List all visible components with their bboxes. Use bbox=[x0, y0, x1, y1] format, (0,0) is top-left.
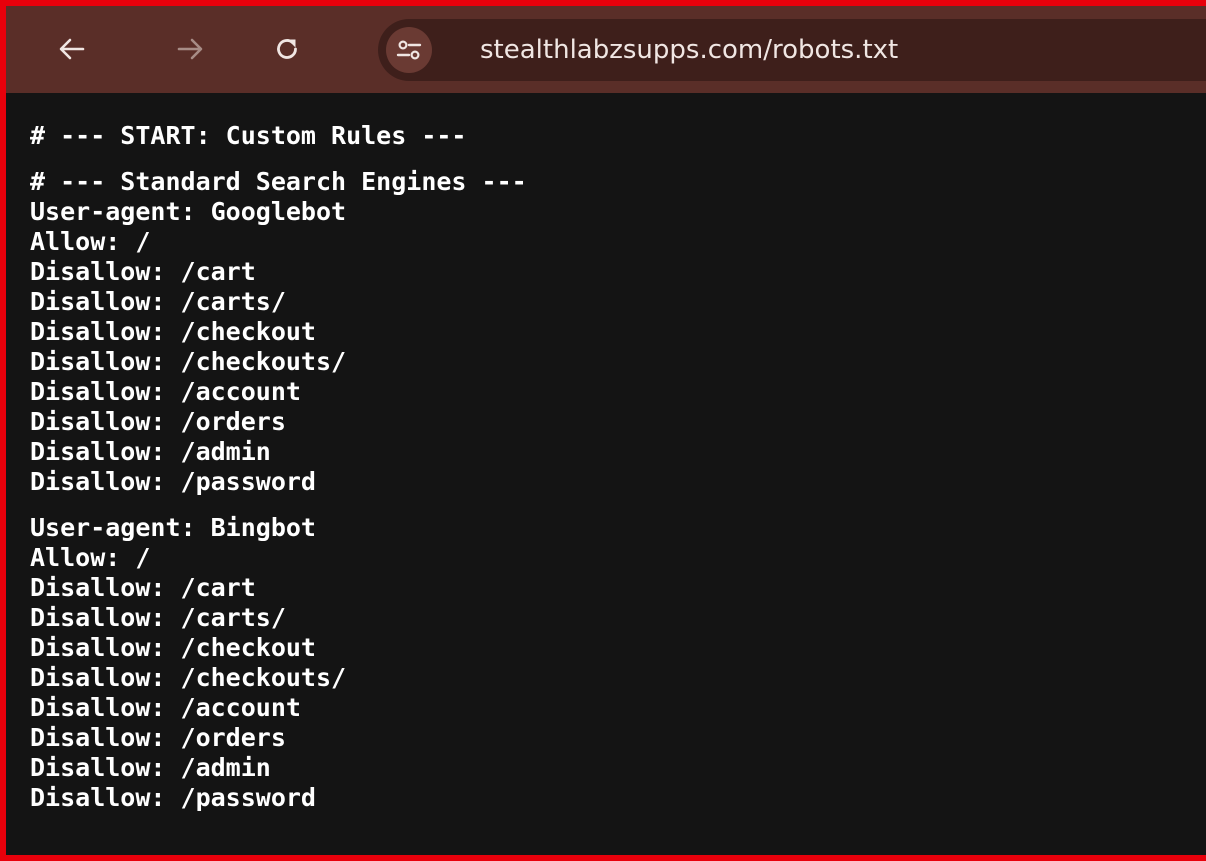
reload-icon bbox=[277, 39, 297, 59]
robots-line: Disallow: /checkouts/ bbox=[30, 663, 347, 692]
page-content: # --- START: Custom Rules --- # --- Stand… bbox=[6, 93, 1206, 855]
robots-line: Disallow: /checkout bbox=[30, 317, 316, 346]
robots-line: # --- Standard Search Engines --- bbox=[30, 167, 527, 196]
robots-line: Disallow: /carts/ bbox=[30, 287, 286, 316]
robots-header: # --- START: Custom Rules --- bbox=[30, 121, 467, 150]
robots-line: Allow: / bbox=[30, 227, 151, 256]
robots-line: Disallow: /admin bbox=[30, 437, 271, 466]
browser-toolbar: stealthlabzsupps.com/robots.txt bbox=[6, 6, 1206, 93]
robots-txt: # --- START: Custom Rules --- # --- Stand… bbox=[30, 121, 527, 813]
robots-line: Disallow: /admin bbox=[30, 753, 271, 782]
robots-line: User-agent: Googlebot bbox=[30, 197, 347, 226]
robots-line: Disallow: /carts/ bbox=[30, 603, 286, 632]
robots-line: Disallow: /checkouts/ bbox=[30, 347, 347, 376]
url-text[interactable]: stealthlabzsupps.com/robots.txt bbox=[480, 19, 898, 81]
site-settings-icon bbox=[396, 40, 422, 60]
robots-line: Disallow: /checkout bbox=[30, 633, 316, 662]
robots-line: Disallow: /orders bbox=[30, 723, 286, 752]
forward-button[interactable] bbox=[170, 29, 210, 69]
robots-line: Disallow: /password bbox=[30, 783, 316, 812]
robots-line: Disallow: /account bbox=[30, 693, 301, 722]
forward-arrow-icon bbox=[177, 38, 203, 60]
robots-line: Disallow: /password bbox=[30, 467, 316, 496]
reload-button[interactable] bbox=[267, 29, 307, 69]
robots-line: Disallow: /orders bbox=[30, 407, 286, 436]
back-arrow-icon bbox=[59, 38, 85, 60]
robots-line: Allow: / bbox=[30, 543, 151, 572]
address-bar[interactable]: stealthlabzsupps.com/robots.txt bbox=[378, 19, 1206, 81]
robots-line: User-agent: Bingbot bbox=[30, 513, 316, 542]
robots-line: Disallow: /cart bbox=[30, 573, 256, 602]
robots-line: Disallow: /account bbox=[30, 377, 301, 406]
highlight-frame: stealthlabzsupps.com/robots.txt # --- ST… bbox=[0, 0, 1206, 861]
back-button[interactable] bbox=[52, 29, 92, 69]
robots-line: Disallow: /cart bbox=[30, 257, 256, 286]
site-info-button[interactable] bbox=[386, 27, 432, 73]
